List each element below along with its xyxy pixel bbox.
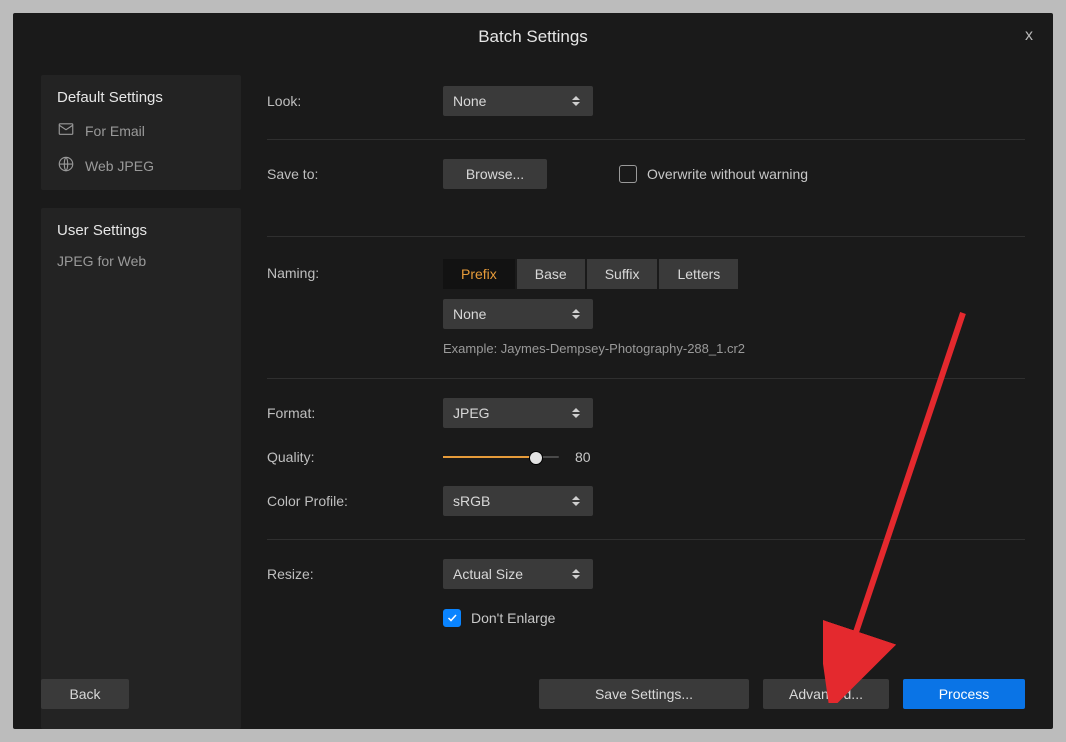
- user-settings-panel: User Settings JPEG for Web: [41, 208, 241, 729]
- checkbox-icon: [619, 165, 637, 183]
- look-select[interactable]: None: [443, 86, 593, 116]
- default-settings-header: Default Settings: [57, 89, 225, 106]
- resize-row: Resize: Actual Size: [267, 558, 1025, 590]
- quality-value: 80: [575, 449, 591, 465]
- format-row: Format: JPEG: [267, 397, 1025, 429]
- naming-example: Example: Jaymes-Dempsey-Photography-288_…: [443, 341, 745, 356]
- batch-settings-window: Batch Settings x Default Settings For Em…: [13, 13, 1053, 729]
- dont-enlarge-checkbox[interactable]: Don't Enlarge: [443, 609, 555, 627]
- user-settings-header: User Settings: [57, 222, 225, 239]
- checkbox-icon: [443, 609, 461, 627]
- naming-tab-prefix[interactable]: Prefix: [443, 259, 515, 289]
- sidebar-item-label: For Email: [85, 123, 145, 139]
- naming-tab-letters[interactable]: Letters: [659, 259, 738, 289]
- divider: [267, 378, 1025, 379]
- sidebar-item-label: Web JPEG: [85, 158, 154, 174]
- color-profile-label: Color Profile:: [267, 493, 443, 509]
- color-profile-value: sRGB: [453, 493, 569, 509]
- sidebar-item-web-jpeg[interactable]: Web JPEG: [57, 155, 225, 176]
- chevron-updown-icon: [569, 96, 583, 106]
- sidebar-item-for-email[interactable]: For Email: [57, 120, 225, 141]
- color-profile-row: Color Profile: sRGB: [267, 485, 1025, 517]
- sidebar-item-jpeg-for-web[interactable]: JPEG for Web: [57, 253, 225, 269]
- naming-label: Naming:: [267, 265, 443, 281]
- save-settings-button[interactable]: Save Settings...: [539, 679, 749, 709]
- slider-knob[interactable]: [530, 452, 542, 464]
- format-select[interactable]: JPEG: [443, 398, 593, 428]
- look-label: Look:: [267, 93, 443, 109]
- save-to-label: Save to:: [267, 166, 443, 182]
- divider: [267, 139, 1025, 140]
- chevron-updown-icon: [569, 569, 583, 579]
- divider: [267, 539, 1025, 540]
- overwrite-label: Overwrite without warning: [647, 166, 808, 182]
- browse-button[interactable]: Browse...: [443, 159, 547, 189]
- dialog-body: Default Settings For Email Web JPEG User…: [13, 61, 1053, 729]
- close-icon[interactable]: x: [1025, 27, 1033, 45]
- naming-row: Naming: PrefixBaseSuffixLetters None Exa…: [267, 259, 1025, 356]
- naming-tabs: PrefixBaseSuffixLetters: [443, 259, 745, 289]
- divider: [267, 236, 1025, 237]
- format-value: JPEG: [453, 405, 569, 421]
- default-settings-panel: Default Settings For Email Web JPEG: [41, 75, 241, 190]
- footer: Back Save Settings... Advanced... Proces…: [41, 679, 1025, 709]
- save-to-row: Save to: Browse... Overwrite without war…: [267, 158, 1025, 190]
- dont-enlarge-row: Don't Enlarge: [267, 602, 1025, 634]
- overwrite-checkbox[interactable]: Overwrite without warning: [619, 165, 808, 183]
- naming-tab-suffix[interactable]: Suffix: [587, 259, 658, 289]
- window-title: Batch Settings: [478, 27, 588, 47]
- quality-label: Quality:: [267, 449, 443, 465]
- dont-enlarge-label: Don't Enlarge: [471, 610, 555, 626]
- process-button[interactable]: Process: [903, 679, 1025, 709]
- globe-icon: [57, 155, 75, 176]
- advanced-button[interactable]: Advanced...: [763, 679, 889, 709]
- look-row: Look: None: [267, 85, 1025, 117]
- back-button[interactable]: Back: [41, 679, 129, 709]
- naming-tab-base[interactable]: Base: [517, 259, 585, 289]
- naming-select[interactable]: None: [443, 299, 593, 329]
- sidebar-item-label: JPEG for Web: [57, 253, 146, 269]
- format-label: Format:: [267, 405, 443, 421]
- look-value: None: [453, 93, 569, 109]
- color-profile-select[interactable]: sRGB: [443, 486, 593, 516]
- mail-icon: [57, 120, 75, 141]
- naming-value: None: [453, 306, 569, 322]
- resize-value: Actual Size: [453, 566, 569, 582]
- quality-slider[interactable]: [443, 450, 559, 464]
- titlebar: Batch Settings x: [13, 13, 1053, 61]
- chevron-updown-icon: [569, 408, 583, 418]
- resize-label: Resize:: [267, 566, 443, 582]
- resize-select[interactable]: Actual Size: [443, 559, 593, 589]
- settings-form: Look: None Save to: Browse... Overwrite …: [267, 75, 1025, 729]
- chevron-updown-icon: [569, 309, 583, 319]
- sidebar: Default Settings For Email Web JPEG User…: [41, 75, 241, 729]
- chevron-updown-icon: [569, 496, 583, 506]
- quality-row: Quality: 80: [267, 441, 1025, 473]
